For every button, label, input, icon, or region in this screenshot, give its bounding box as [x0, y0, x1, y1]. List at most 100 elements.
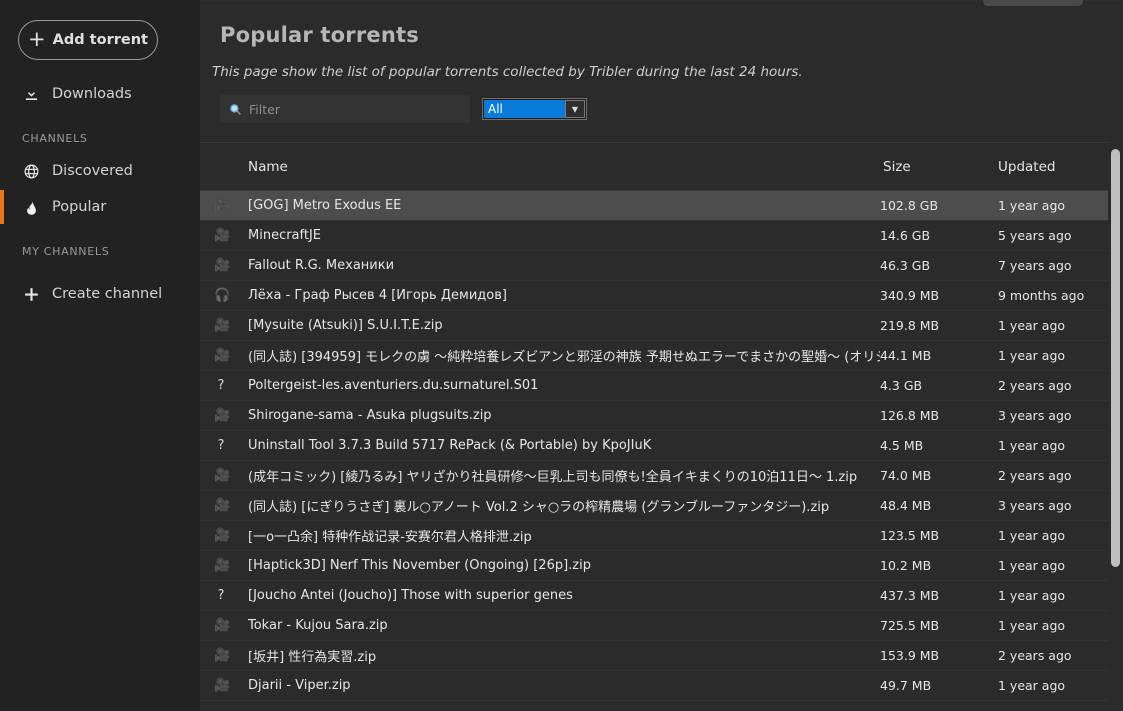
- video-icon: 🎥: [214, 678, 231, 693]
- torrent-updated: 1 year ago: [998, 348, 1066, 363]
- table-row[interactable]: 🎥 Shirogane-sama - Asuka plugsuits.zip 126…: [200, 401, 1123, 431]
- sidebar-item-discovered[interactable]: Discovered: [0, 153, 200, 189]
- sidebar-item-downloads[interactable]: Downloads: [0, 76, 200, 112]
- table-row[interactable]: 🎥 (同人誌) [にぎりうさぎ] 裏ル○アノート Vol.2 シャ○ラの榨精農場 …: [200, 491, 1123, 521]
- torrent-updated: 1 year ago: [998, 678, 1066, 693]
- chevron-down-icon[interactable]: ▼: [565, 100, 585, 118]
- torrent-updated: 9 months ago: [998, 288, 1085, 303]
- torrent-updated: 1 year ago: [998, 558, 1066, 573]
- table-row[interactable]: ? Uninstall Tool 3.7.3 Build 5717 RePack …: [200, 431, 1123, 461]
- table-row[interactable]: 🎥 [GOG] Metro Exodus EE 102.8 GB 1 year ago: [200, 191, 1123, 221]
- category-select[interactable]: All ▼: [482, 98, 587, 120]
- torrent-updated: 2 years ago: [998, 378, 1072, 393]
- torrent-table: Name Size Updated 🎥 [GOG] Metro Exodus EE…: [200, 142, 1123, 711]
- torrent-name: [一o一凸余] 特种作战记录-安赛尔君人格排泄.zip: [248, 530, 532, 545]
- sidebar-item-label: Downloads: [52, 86, 132, 102]
- sidebar-item-create-channel[interactable]: Create channel: [0, 276, 200, 312]
- torrent-updated: 1 year ago: [998, 528, 1066, 543]
- video-icon: 🎥: [214, 258, 231, 273]
- torrent-name: Uninstall Tool 3.7.3 Build 5717 RePack (…: [248, 438, 652, 453]
- add-torrent-label: Add torrent: [52, 32, 148, 48]
- sidebar-item-label: Discovered: [52, 163, 133, 179]
- column-header-name[interactable]: Name: [242, 159, 880, 175]
- torrent-size: 46.3 GB: [880, 258, 931, 273]
- torrent-size: 44.1 MB: [880, 348, 932, 363]
- sidebar: + Add torrent Downloads CHANNELS Discove…: [0, 0, 200, 711]
- video-icon: 🎥: [214, 558, 231, 573]
- table-row[interactable]: ? Poltergeist-les.aventuriers.du.surnatur…: [200, 371, 1123, 401]
- torrent-size: 219.8 MB: [880, 318, 940, 333]
- category-select-value: All: [484, 100, 565, 118]
- audio-icon: 🎧: [214, 288, 231, 303]
- table-row[interactable]: 🎥 Tokar - Kujou Sara.zip 725.5 MB 1 year ag…: [200, 611, 1123, 641]
- table-row[interactable]: ? [Joucho Antei (Joucho)] Those with supe…: [200, 581, 1123, 611]
- torrent-updated: 7 years ago: [998, 258, 1072, 273]
- torrent-name: Лёха - Граф Рысев 4 [Игорь Демидов]: [248, 288, 507, 303]
- main-content: Popular torrents This page show the list…: [200, 0, 1123, 711]
- torrent-updated: 1 year ago: [998, 318, 1066, 333]
- window-control-stub[interactable]: [983, 0, 1083, 6]
- sidebar-item-label: Popular: [52, 199, 107, 215]
- table-row[interactable]: 🎥 [坂井] 性行為実習.zip 153.9 MB 2 years ago: [200, 641, 1123, 671]
- torrent-size: 4.3 GB: [880, 378, 923, 393]
- torrent-name: (同人誌) [にぎりうさぎ] 裏ル○アノート Vol.2 シャ○ラの榨精農場 (…: [248, 500, 830, 515]
- torrent-updated: 1 year ago: [998, 438, 1066, 453]
- unknown-icon: ?: [217, 588, 225, 603]
- torrent-size: 74.0 MB: [880, 468, 932, 483]
- table-row[interactable]: 🎥 Fallout R.G. Механики 46.3 GB 7 years ago: [200, 251, 1123, 281]
- torrent-size: 14.6 GB: [880, 228, 931, 243]
- table-row[interactable]: 🎥 [Mysuite (Atsuki)] S.U.I.T.E.zip 219.8 M…: [200, 311, 1123, 341]
- vertical-scrollbar[interactable]: [1108, 142, 1123, 711]
- globe-icon: [22, 162, 40, 180]
- torrent-size: 340.9 MB: [880, 288, 940, 303]
- column-header-size[interactable]: Size: [880, 159, 998, 175]
- torrent-name: [Joucho Antei (Joucho)] Those with super…: [248, 588, 573, 603]
- torrent-name: Fallout R.G. Механики: [248, 258, 395, 273]
- video-icon: 🎥: [214, 198, 231, 213]
- search-icon: [229, 103, 242, 116]
- video-icon: 🎥: [214, 498, 231, 513]
- table-row[interactable]: 🎥 Djarii - Viper.zip 49.7 MB 1 year ago: [200, 671, 1123, 701]
- sidebar-item-popular[interactable]: Popular: [0, 189, 200, 225]
- torrent-size: 123.5 MB: [880, 528, 940, 543]
- table-row[interactable]: 🎥 [Haptick3D] Nerf This November (Ongoing…: [200, 551, 1123, 581]
- sidebar-item-label: Create channel: [52, 286, 163, 302]
- torrent-name: Shirogane-sama - Asuka plugsuits.zip: [248, 408, 492, 423]
- torrent-name: [GOG] Metro Exodus EE: [248, 198, 402, 213]
- page-description: This page show the list of popular torre…: [212, 64, 803, 80]
- torrent-name: MinecraftJE: [248, 228, 322, 243]
- torrent-size: 126.8 MB: [880, 408, 940, 423]
- torrent-size: 102.8 GB: [880, 198, 939, 213]
- video-icon: 🎥: [214, 228, 231, 243]
- flame-icon: [22, 198, 40, 216]
- video-icon: 🎥: [214, 648, 231, 663]
- torrent-name: (同人誌) [394959] モレクの虜 ～純粋培養レズビアンと邪淫の神族 予期…: [248, 350, 880, 365]
- torrent-name: [坂井] 性行為実習.zip: [248, 650, 377, 665]
- column-header-updated[interactable]: Updated: [998, 159, 1123, 175]
- table-row[interactable]: 🎥 (成年コミック) [綾乃るみ] ヤリざかり社員研修～巨乳上司も同僚も!全員イキ…: [200, 461, 1123, 491]
- table-row[interactable]: 🎥 [一o一凸余] 特种作战记录-安赛尔君人格排泄.zip 123.5 MB 1 ye…: [200, 521, 1123, 551]
- add-torrent-button[interactable]: + Add torrent: [18, 20, 158, 60]
- torrent-updated: 1 year ago: [998, 618, 1066, 633]
- torrent-size: 437.3 MB: [880, 588, 940, 603]
- download-icon: [22, 85, 40, 103]
- torrent-name: [Haptick3D] Nerf This November (Ongoing)…: [248, 558, 591, 573]
- torrent-updated: 3 years ago: [998, 408, 1072, 423]
- video-icon: 🎥: [214, 348, 231, 363]
- torrent-size: 4.5 MB: [880, 438, 924, 453]
- scrollbar-thumb[interactable]: [1111, 149, 1120, 567]
- scrollbar-top-filler: [1108, 1, 1123, 142]
- plus-icon: [22, 285, 40, 303]
- video-icon: 🎥: [214, 408, 231, 423]
- torrent-name: Tokar - Kujou Sara.zip: [248, 618, 388, 633]
- torrent-updated: 2 years ago: [998, 468, 1072, 483]
- controls-bar: Filter All ▼: [200, 80, 1123, 123]
- unknown-icon: ?: [217, 378, 225, 393]
- table-row[interactable]: 🎧 Лёха - Граф Рысев 4 [Игорь Демидов] 340.…: [200, 281, 1123, 311]
- search-input[interactable]: Filter: [220, 95, 470, 123]
- table-row[interactable]: 🎥 MinecraftJE 14.6 GB 5 years ago: [200, 221, 1123, 251]
- page-title: Popular torrents: [220, 23, 419, 47]
- table-row[interactable]: 🎥 (同人誌) [394959] モレクの虜 ～純粋培養レズビアンと邪淫の神族 予…: [200, 341, 1123, 371]
- unknown-icon: ?: [217, 438, 225, 453]
- torrent-updated: 2 years ago: [998, 648, 1072, 663]
